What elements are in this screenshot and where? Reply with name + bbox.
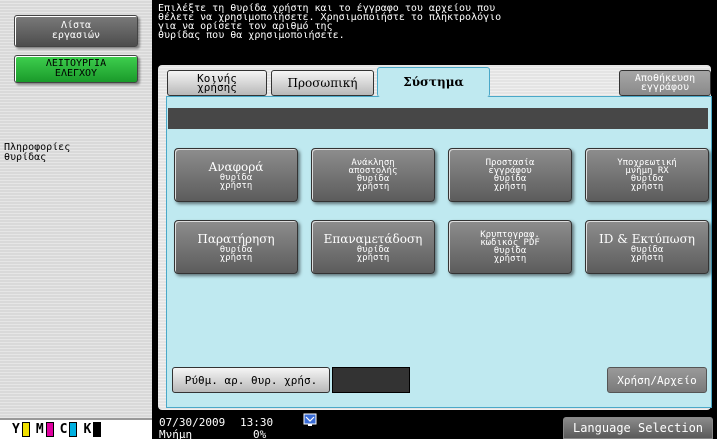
toner-magenta-letter: M <box>35 422 44 437</box>
display-bar <box>168 108 708 129</box>
network-status-icon <box>303 413 317 426</box>
btn3-line4: χρήστη <box>493 182 527 192</box>
tab-personal-label: Προσωπική <box>287 75 358 90</box>
btn6-line3: χρήστη <box>356 252 390 263</box>
status-memory-label: Μνήμη <box>159 428 193 439</box>
use-file-button[interactable]: Χρήση/Αρχείο <box>607 367 707 393</box>
toner-black: K <box>83 422 102 437</box>
toner-cyan: C <box>60 422 78 437</box>
job-list-button[interactable]: Λίστα εργασιών <box>14 15 138 47</box>
instruction-text: Επιλέξτε τη θυρίδα χρήστη και το έγγραφο… <box>158 3 502 41</box>
box-number-label: Ρύθμ. αρ. θυρ. χρήσ. <box>184 373 318 387</box>
id-print-box-button[interactable]: ID & Εκτύπωση θυρίδα χρήστη <box>585 220 709 274</box>
annotation-box-button[interactable]: Παρατήρηση θυρίδα χρήστη <box>174 220 298 274</box>
btn4-line4: χρήστη <box>630 182 664 192</box>
status-time: 13:30 <box>240 416 274 429</box>
toner-magenta-indicator <box>45 422 54 437</box>
tab-system[interactable]: Σύστημα <box>377 67 490 97</box>
document-protection-box-button[interactable]: Προστασία εγγράφου θυρίδα χρήστη <box>448 148 572 202</box>
toner-yellow-indicator <box>21 422 30 437</box>
retransmission-box-button[interactable]: Επαναμετάδοση θυρίδα χρήστη <box>311 220 435 274</box>
tab-public[interactable]: Κοινής χρήσης <box>167 70 267 96</box>
btn6-line1: Επαναμετάδοση <box>323 231 423 246</box>
btn8-line1: ID & Εκτύπωση <box>599 231 695 246</box>
box-number-button[interactable]: Ρύθμ. αρ. θυρ. χρήσ. <box>172 367 330 393</box>
toner-black-letter: K <box>83 422 92 437</box>
memory-rx-box-button[interactable]: Υποχρεωτική μνήμη RX θυρίδα χρήστη <box>585 148 709 202</box>
status-memory-value: 0% <box>253 428 267 439</box>
toner-yellow: Y <box>12 422 30 437</box>
btn5-line3: χρήστη <box>219 252 253 263</box>
tab-public-label-2: χρήσης <box>197 81 237 94</box>
box-number-field[interactable] <box>332 367 410 393</box>
tab-document-store[interactable]: Αποθήκευση εγγράφου <box>619 70 711 96</box>
port-info-label: Πληροφορίες θυρίδας <box>4 143 70 163</box>
tab-store-label-2: εγγράφου <box>640 82 690 93</box>
toner-black-indicator <box>93 422 102 437</box>
utility-button[interactable]: ΛΕΙΤΟΥΡΓΙΑ ΕΛΕΓΧΟΥ <box>14 55 138 83</box>
toner-level-bar: Y M C K <box>0 418 152 439</box>
btn1-line1: Αναφορά <box>208 159 264 174</box>
left-panel: Λίστα εργασιών ΛΕΙΤΟΥΡΓΙΑ ΕΛΕΓΧΟΥ Πληροφ… <box>0 0 152 439</box>
btn5-line1: Παρατήρηση <box>197 231 275 246</box>
toner-cyan-indicator <box>69 422 78 437</box>
language-selection-button[interactable]: Language Selection <box>563 417 713 439</box>
utility-label-2: ΕΛΕΓΧΟΥ <box>54 68 98 79</box>
btn8-line3: χρήστη <box>630 252 664 263</box>
encrypted-pdf-box-button[interactable]: Κρυπτογραφ. κωδικός PDF θυρίδα χρήστη <box>448 220 572 274</box>
btn1-line3: χρήστη <box>219 180 253 191</box>
btn7-line4: χρήστη <box>493 254 527 264</box>
tab-system-label: Σύστημα <box>403 75 464 89</box>
relay-box-button[interactable]: Ανάκληση αποστολής θυρίδα χρήστη <box>311 148 435 202</box>
announcement-box-button[interactable]: Αναφορά θυρίδα χρήστη <box>174 148 298 202</box>
toner-yellow-letter: Y <box>12 422 20 437</box>
status-date: 07/30/2009 <box>159 416 226 429</box>
btn2-line4: χρήστη <box>356 182 390 192</box>
port-info-line-2: θυρίδας <box>4 152 47 163</box>
language-selection-label: Language Selection <box>572 421 704 435</box>
tab-personal[interactable]: Προσωπική <box>271 70 374 96</box>
toner-cyan-letter: C <box>59 422 68 437</box>
use-file-label: Χρήση/Αρχείο <box>617 373 697 387</box>
job-list-label-2: εργασιών <box>51 30 101 41</box>
toner-magenta: M <box>36 422 54 437</box>
